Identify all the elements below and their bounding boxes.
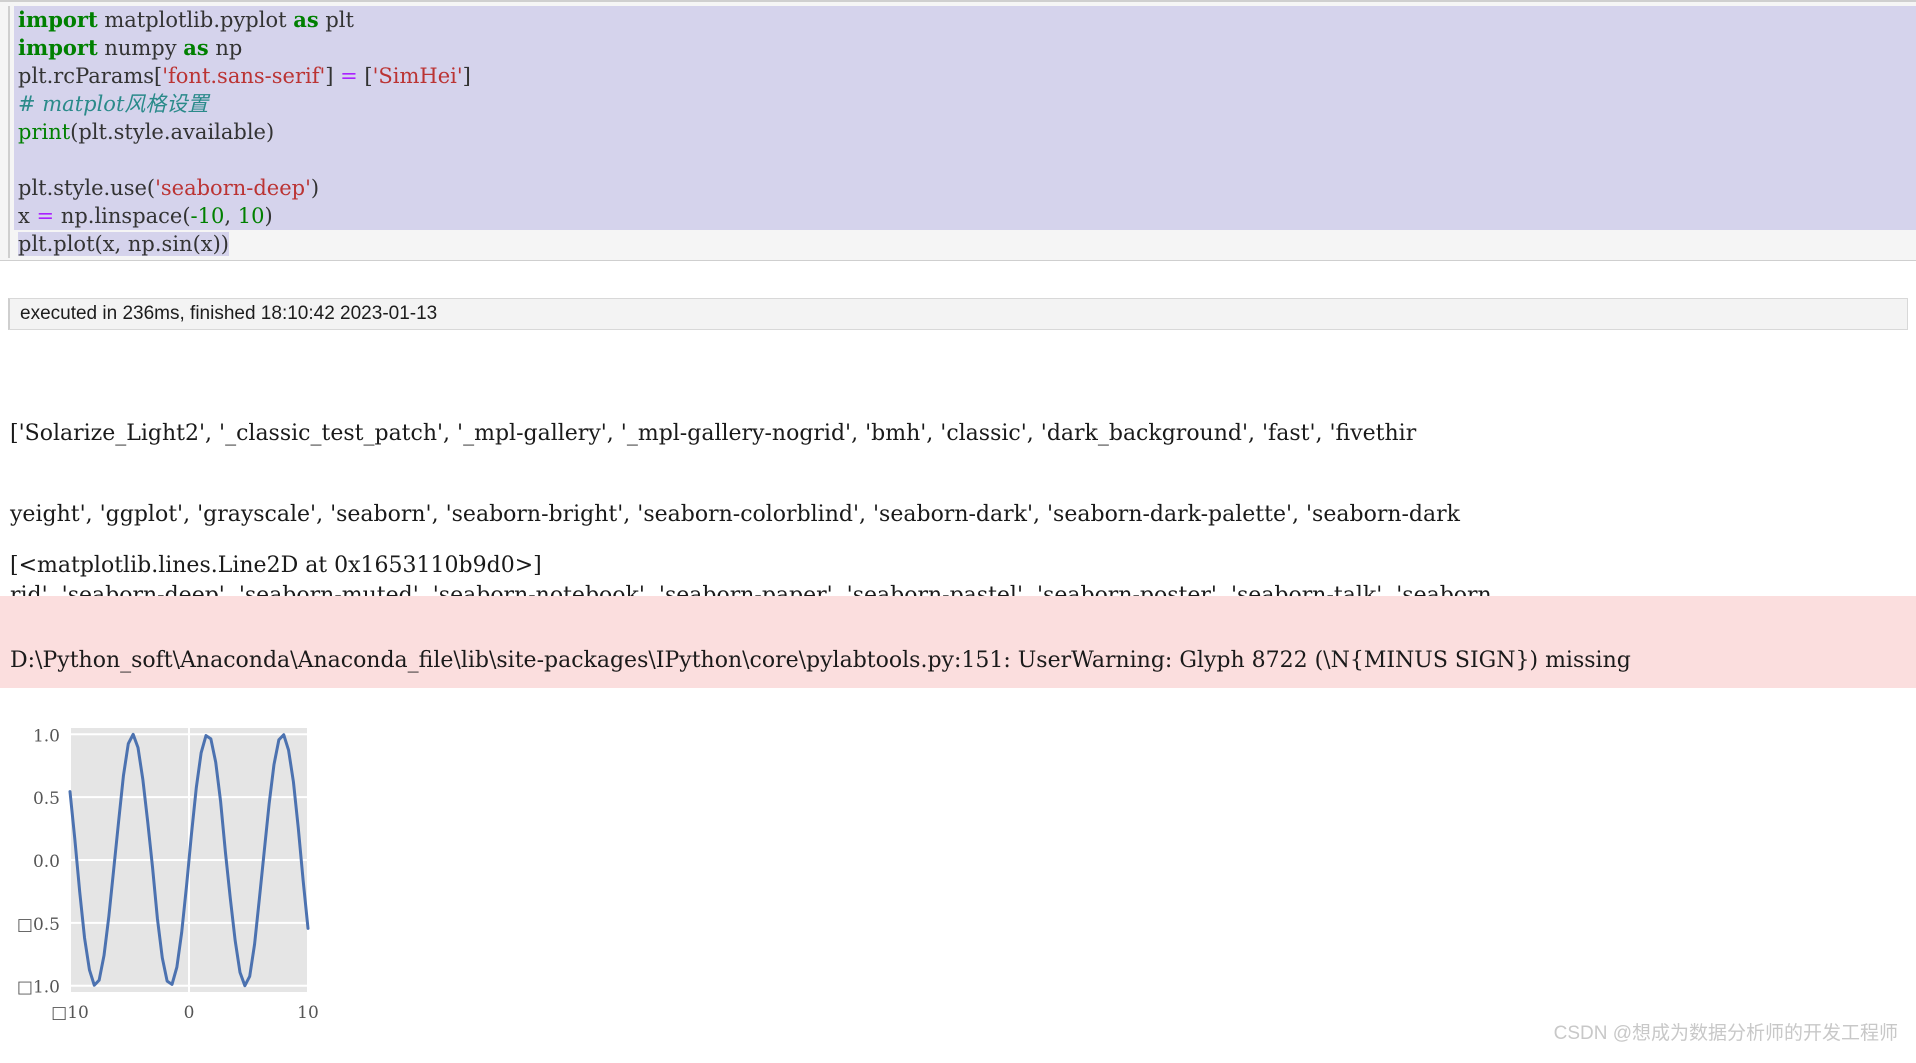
stdout-line: ['Solarize_Light2', '_classic_test_patch… xyxy=(10,421,1417,446)
token-as: as xyxy=(293,7,319,32)
token-string-seaborn-deep: 'seaborn-deep' xyxy=(155,176,311,200)
y-tick-label: □0.5 xyxy=(17,915,60,935)
token-var-x: x xyxy=(18,204,37,228)
token-print-args: (plt.style.available) xyxy=(70,120,275,144)
token-comment: # matplot风格设置 xyxy=(18,92,209,116)
token-print: print xyxy=(18,120,71,144)
code-line-8[interactable]: x = np.linspace(-10, 10) xyxy=(14,202,1916,230)
token-equals: = xyxy=(340,64,358,88)
token-open-list: [ xyxy=(357,64,373,88)
token-close-list: ] xyxy=(462,64,471,88)
y-tick-label: 0.0 xyxy=(33,852,60,872)
token-as: as xyxy=(183,35,209,60)
code-line-3[interactable]: plt.rcParams['font.sans-serif'] = ['SimH… xyxy=(14,62,1916,90)
token-number-minus-ten: -10 xyxy=(190,204,225,228)
token-number-ten: 10 xyxy=(237,204,265,228)
x-tick-label: 0 xyxy=(184,1003,195,1023)
warning-line: D:\Python_soft\Anaconda\Anaconda_file\li… xyxy=(10,648,1631,673)
y-tick-label: 0.5 xyxy=(33,789,60,809)
token-alias: plt xyxy=(318,8,354,32)
code-line-9[interactable]: plt.plot(x, np.sin(x)) xyxy=(14,230,1916,258)
token-paren: ) xyxy=(310,176,320,200)
x-tick-label: □10 xyxy=(51,1003,89,1023)
token-import: import xyxy=(18,35,98,60)
token-comma: , xyxy=(224,204,238,228)
token-plot-call: plt.plot(x, np.sin(x)) xyxy=(18,232,229,256)
notebook-page: import matplotlib.pyplot as plt import n… xyxy=(0,0,1916,1063)
token-import: import xyxy=(18,7,98,32)
code-line-7[interactable]: plt.style.use('seaborn-deep') xyxy=(14,174,1916,202)
csdn-watermark: CSDN @想成为数据分析师的开发工程师 xyxy=(1553,1023,1898,1044)
code-line-1[interactable]: import matplotlib.pyplot as plt xyxy=(14,6,1916,34)
code-line-5[interactable]: print(plt.style.available) xyxy=(14,118,1916,146)
code-line-2[interactable]: import numpy as np xyxy=(14,34,1916,62)
stdout-line: [<matplotlib.lines.Line2D at 0x1653110b9… xyxy=(10,553,542,578)
token-alias: np xyxy=(208,36,243,60)
code-cell-editor[interactable]: import matplotlib.pyplot as plt import n… xyxy=(8,6,1916,258)
y-tick-label: □1.0 xyxy=(17,978,60,998)
code-line-4[interactable]: # matplot风格设置 xyxy=(14,90,1916,118)
token-string-simhei: 'SimHei' xyxy=(372,64,463,88)
token-equals: = xyxy=(36,204,55,228)
matplotlib-figure-output: □1.0 □0.5 0.0 0.5 1.0 □10 0 10 xyxy=(0,710,380,1055)
token-paren: ) xyxy=(264,204,273,228)
y-tick-label: 1.0 xyxy=(33,726,60,746)
code-cell[interactable]: import matplotlib.pyplot as plt import n… xyxy=(0,0,1916,261)
token-rcparams: plt.rcParams[ xyxy=(18,64,163,88)
code-line-6-blank[interactable] xyxy=(14,146,1916,174)
token-module: matplotlib.pyplot xyxy=(97,8,294,32)
execution-status-bar: executed in 236ms, finished 18:10:42 202… xyxy=(8,298,1908,330)
x-tick-label: 10 xyxy=(297,1003,319,1023)
token-bracket: ] xyxy=(325,64,341,88)
sine-line-chart: □1.0 □0.5 0.0 0.5 1.0 □10 0 10 xyxy=(17,726,319,1023)
token-string-font-sans-serif: 'font.sans-serif' xyxy=(162,64,326,88)
token-module: numpy xyxy=(97,36,184,60)
token-linspace: np.linspace( xyxy=(54,204,191,228)
stderr-warning-block: D:\Python_soft\Anaconda\Anaconda_file\li… xyxy=(0,596,1916,688)
token-style-use: plt.style.use( xyxy=(18,176,156,200)
